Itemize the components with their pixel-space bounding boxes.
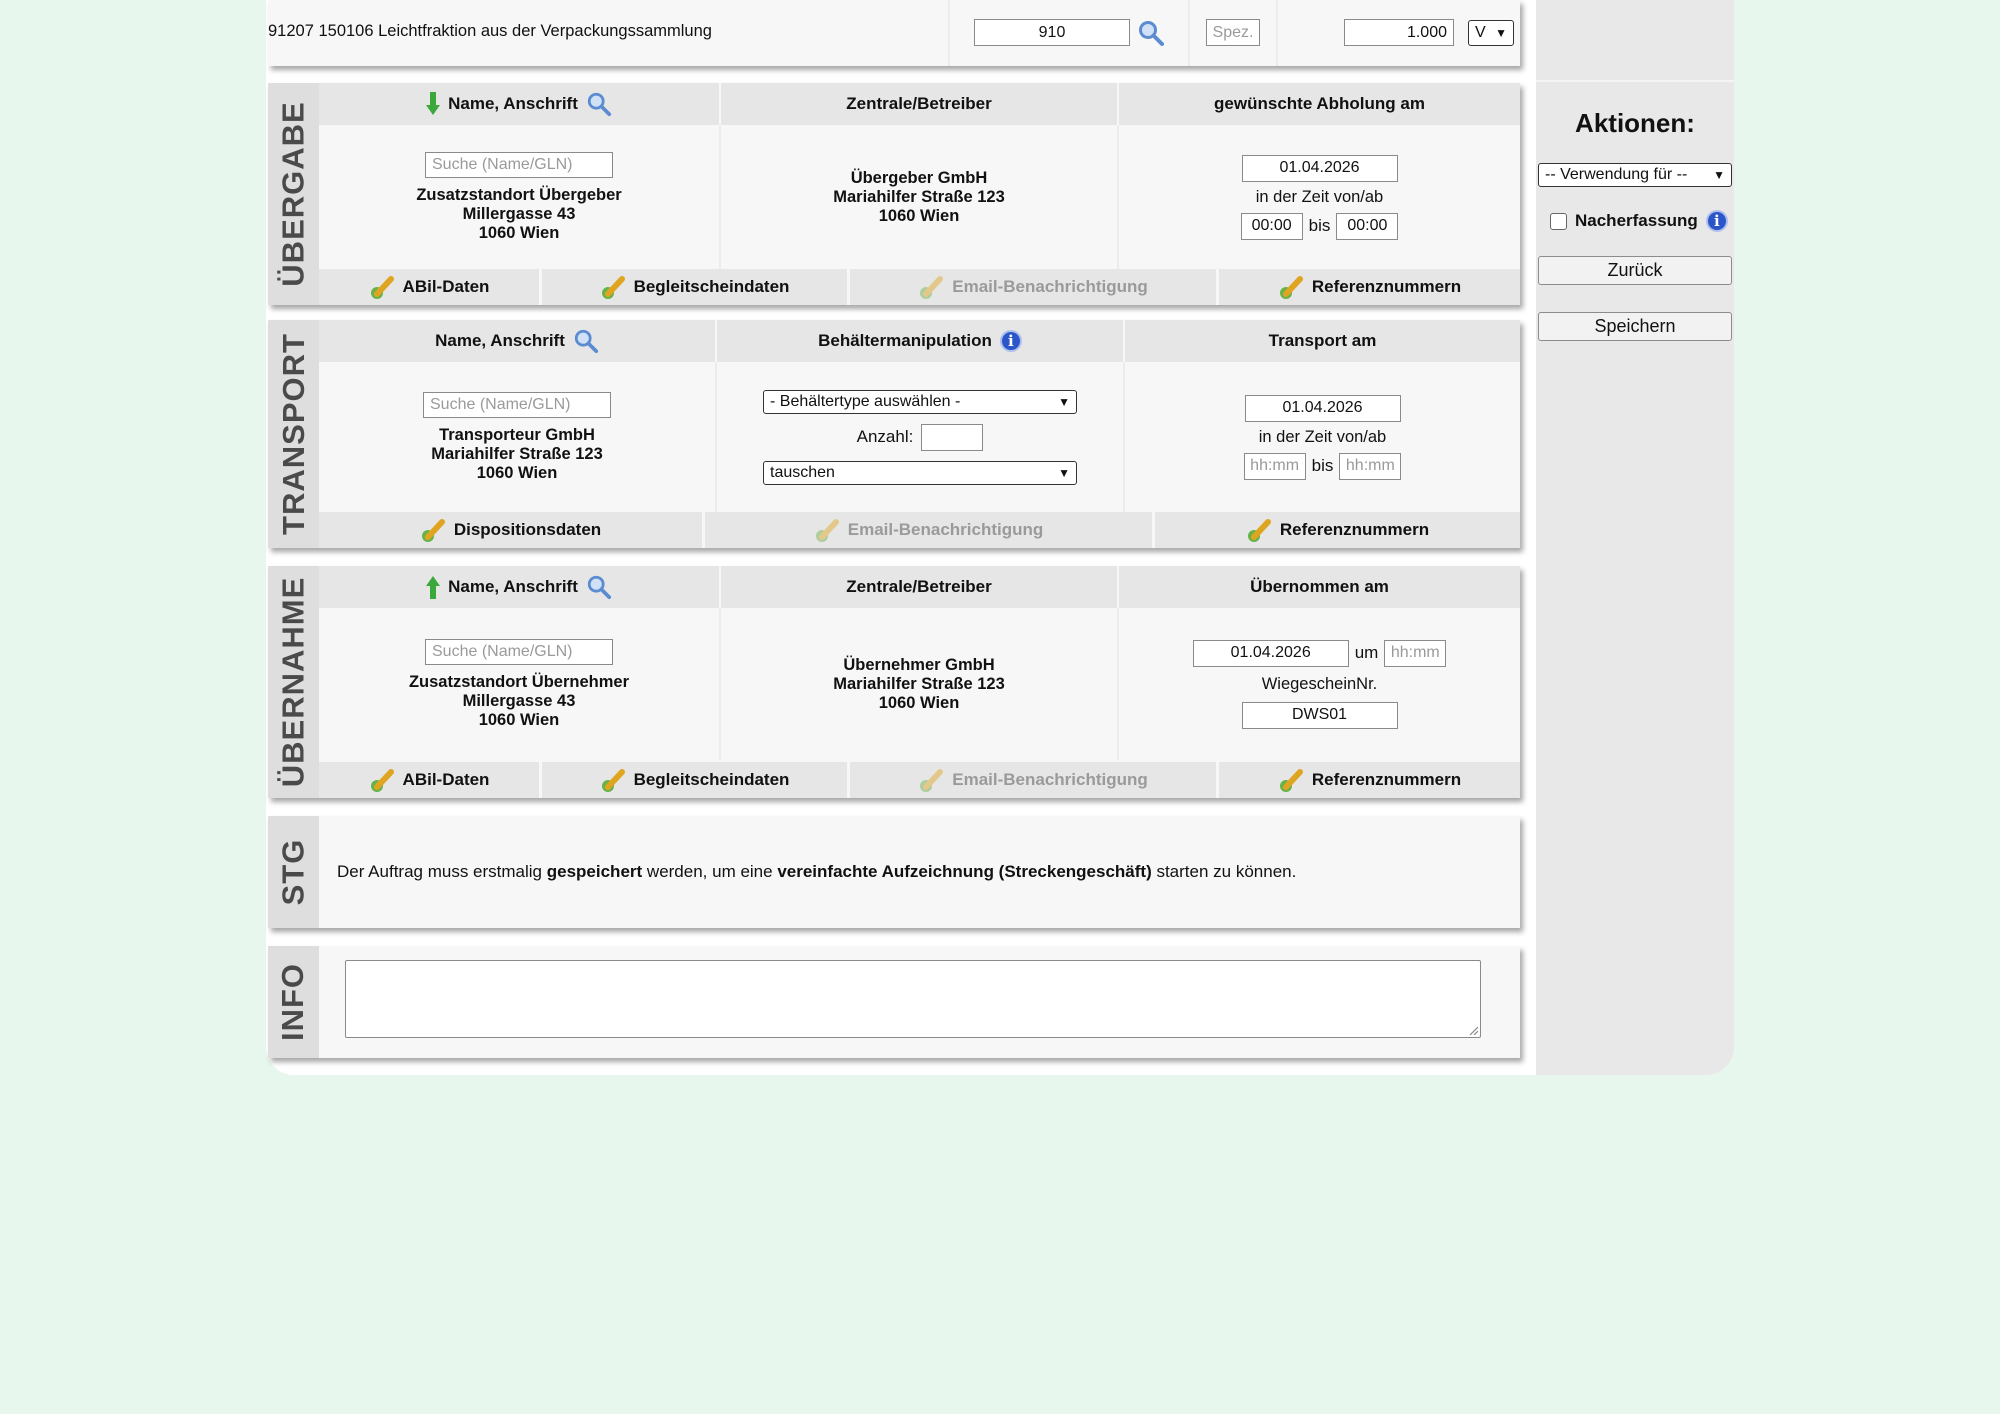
search-icon[interactable] xyxy=(1137,19,1165,47)
info-side-label: INFO xyxy=(275,962,311,1042)
wiegeschein-input[interactable]: DWS01 xyxy=(1241,701,1398,729)
top-waste-row: 91207 150106 Leichtfraktion aus der Verp… xyxy=(268,0,1520,66)
uebernahme-date-input[interactable]: 01.04.2026 xyxy=(1192,639,1349,667)
uebergabe-search-input[interactable]: Suche (Name/GLN) xyxy=(425,151,613,178)
uebernahme-zentrale-header: Zentrale/Betreiber xyxy=(721,566,1119,608)
transport-panel: TRANSPORT Name, Anschrift Behältermanipu… xyxy=(268,320,1520,548)
email-benachrichtigung-link[interactable]: Email-Benachrichtigung xyxy=(850,269,1219,305)
resize-handle-icon[interactable] xyxy=(1468,1025,1478,1035)
edit-pencil-icon xyxy=(370,769,394,792)
uebernahme-address: Zusatzstandort Übernehmer Millergasse 43 1… xyxy=(408,672,630,729)
abil-daten-link[interactable]: ABil-Daten xyxy=(319,269,542,305)
uebernahme-zentrale-address: Übernehmer GmbH Mariahilfer Straße 123 106… xyxy=(833,655,1005,712)
uebernahme-search-input[interactable]: Suche (Name/GLN) xyxy=(425,638,613,665)
search-icon[interactable] xyxy=(573,328,599,354)
nacherfassung-checkbox[interactable] xyxy=(1550,212,1567,230)
verwendung-select[interactable]: -- Verwendung für -- ▼ xyxy=(1538,163,1732,187)
nacherfassung-label: Nacherfassung xyxy=(1575,211,1698,230)
uebergabe-time-label: in der Zeit von/ab xyxy=(1255,187,1384,206)
uebergabe-panel: ÜBERGABE Name, Anschrift Zentrale/Betrei… xyxy=(268,83,1520,305)
waste-code-input[interactable]: 910 xyxy=(974,19,1130,46)
um-label: um xyxy=(1354,643,1379,662)
container-type-select[interactable]: - Behältertype auswählen - ▼ xyxy=(763,389,1077,414)
stg-message: Der Auftrag muss erstmalig gespeichert w… xyxy=(337,862,1297,881)
uebergabe-zentrale-address: Übergeber GmbH Mariahilfer Straße 123 1060… xyxy=(833,168,1005,225)
edit-pencil-icon xyxy=(1247,519,1271,542)
info-panel: INFO xyxy=(268,946,1520,1058)
uebergabe-time-from[interactable]: 00:00 xyxy=(1240,212,1303,240)
stg-side-label: STG xyxy=(275,838,311,906)
dispositionsdaten-link[interactable]: Dispositionsdaten xyxy=(319,512,705,548)
info-icon[interactable]: i xyxy=(1705,210,1728,232)
transport-date-input[interactable]: 01.04.2026 xyxy=(1244,394,1401,422)
uebernahme-name-header: Name, Anschrift xyxy=(448,577,578,596)
edit-pencil-icon xyxy=(601,276,625,299)
spez-input[interactable]: Spez. xyxy=(1206,19,1260,46)
uebergabe-date-input[interactable]: 01.04.2026 xyxy=(1241,154,1398,182)
behaeltermanipulation-header: Behältermanipulation xyxy=(818,331,992,350)
bis-label: bis xyxy=(1311,456,1334,475)
transport-time-from[interactable]: hh:mm xyxy=(1243,452,1306,480)
unit-select[interactable]: V ▼ xyxy=(1468,20,1514,46)
anzahl-input[interactable] xyxy=(921,423,984,451)
arrow-down-icon xyxy=(426,92,441,115)
uebergabe-date-header: gewünschte Abholung am xyxy=(1214,94,1425,113)
transport-referenznummern-link[interactable]: Referenznummern xyxy=(1155,512,1520,548)
search-icon[interactable] xyxy=(586,91,612,117)
uebernahme-referenznummern-link[interactable]: Referenznummern xyxy=(1219,762,1520,798)
bis-label: bis xyxy=(1308,216,1331,235)
transport-email-benachrichtigung-link[interactable]: Email-Benachrichtigung xyxy=(705,512,1155,548)
edit-pencil-icon xyxy=(601,769,625,792)
aktionen-title: Aktionen: xyxy=(1575,108,1695,138)
back-button[interactable]: Zurück xyxy=(1538,256,1732,285)
edit-pencil-icon xyxy=(920,276,944,299)
uebernahme-email-benachrichtigung-link[interactable]: Email-Benachrichtigung xyxy=(850,762,1219,798)
edit-pencil-icon xyxy=(920,769,944,792)
transport-time-label: in der Zeit von/ab xyxy=(1258,427,1387,446)
edit-pencil-icon xyxy=(1279,769,1303,792)
edit-pencil-icon xyxy=(421,519,445,542)
uebernahme-panel: ÜBERNAHME Name, Anschrift Zentrale/Betre… xyxy=(268,566,1520,798)
uebergabe-side-label: ÜBERGABE xyxy=(275,101,311,287)
edit-pencil-icon xyxy=(370,276,394,299)
begleitscheindaten-link[interactable]: Begleitscheindaten xyxy=(542,269,850,305)
transport-date-header: Transport am xyxy=(1268,331,1377,350)
anzahl-label: Anzahl: xyxy=(856,427,914,446)
transport-address: Transporteur GmbH Mariahilfer Straße 123 1… xyxy=(431,425,603,482)
arrow-up-icon xyxy=(426,576,441,599)
search-icon[interactable] xyxy=(586,574,612,600)
wiegeschein-label: WiegescheinNr. xyxy=(1261,674,1378,693)
uebergabe-name-header: Name, Anschrift xyxy=(448,94,578,113)
uebergabe-time-to[interactable]: 00:00 xyxy=(1336,212,1399,240)
actions-sidebar xyxy=(1536,0,1734,1075)
uebernahme-date-header: Übernommen am xyxy=(1250,577,1389,596)
uebernahme-begleitscheindaten-link[interactable]: Begleitscheindaten xyxy=(542,762,850,798)
uebernahme-abil-daten-link[interactable]: ABil-Daten xyxy=(319,762,542,798)
referenznummern-link[interactable]: Referenznummern xyxy=(1219,269,1520,305)
transport-side-label: TRANSPORT xyxy=(275,333,311,535)
edit-pencil-icon xyxy=(815,519,839,542)
info-textarea[interactable] xyxy=(345,960,1481,1038)
uebernahme-side-label: ÜBERNAHME xyxy=(275,576,311,788)
uebernahme-time-input[interactable]: hh:mm xyxy=(1384,639,1447,667)
save-button[interactable]: Speichern xyxy=(1538,312,1732,341)
edit-pencil-icon xyxy=(1279,276,1303,299)
amount-input[interactable]: 1.000 xyxy=(1344,19,1454,46)
transport-name-header: Name, Anschrift xyxy=(435,331,565,350)
transport-time-to[interactable]: hh:mm xyxy=(1339,452,1402,480)
container-action-select[interactable]: tauschen ▼ xyxy=(763,460,1077,485)
info-icon[interactable]: i xyxy=(999,330,1022,352)
transport-search-input[interactable]: Suche (Name/GLN) xyxy=(423,391,611,418)
nacherfassung-row: Nacherfassung i xyxy=(1550,210,1728,232)
uebergabe-address: Zusatzstandort Übergeber Millergasse 43 10… xyxy=(416,185,622,242)
uebergabe-zentrale-header: Zentrale/Betreiber xyxy=(721,83,1119,125)
stg-panel: STG Der Auftrag muss erstmalig gespeiche… xyxy=(268,816,1520,928)
waste-type-label: 91207 150106 Leichtfraktion aus der Verp… xyxy=(268,22,712,40)
